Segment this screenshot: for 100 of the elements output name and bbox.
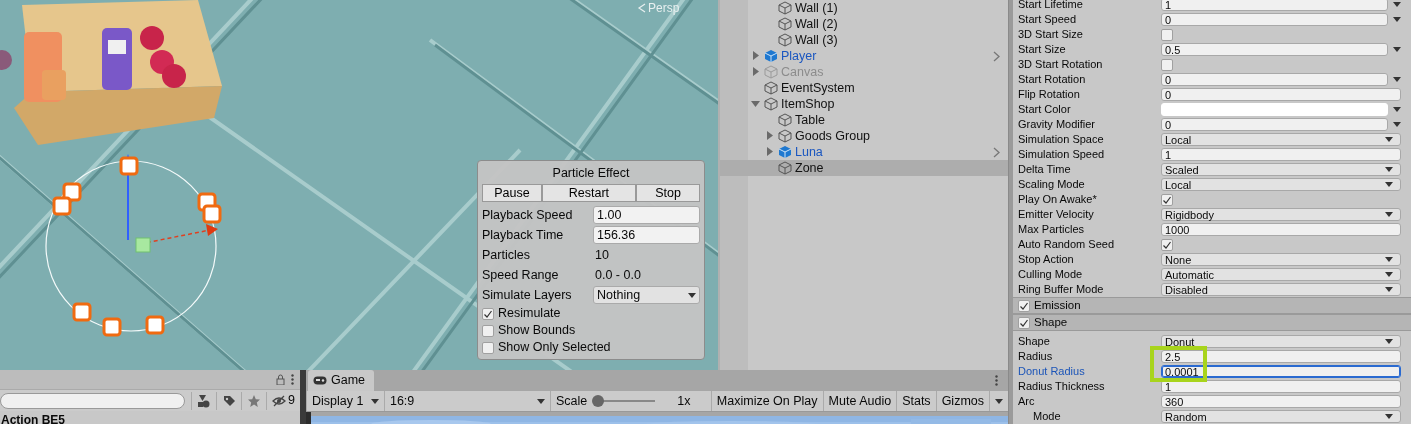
value-field[interactable]: 0.5 — [1161, 43, 1388, 56]
dropdown-arrow-icon[interactable] — [1393, 77, 1401, 82]
section-header[interactable]: Emission — [1013, 297, 1411, 314]
kebab-menu-icon[interactable] — [995, 375, 998, 386]
scale-label: Scale — [555, 392, 588, 410]
field-label: Start Lifetime — [1017, 0, 1084, 13]
field-label: Donut Radius — [1017, 364, 1086, 380]
value-text: 0.0 - 0.0 — [594, 266, 641, 284]
field-label: Flip Rotation — [1017, 87, 1081, 103]
collapsed-arrow-icon[interactable] — [751, 67, 760, 76]
value-field[interactable]: 0 — [1161, 118, 1388, 131]
field-label: Playback Time — [482, 226, 565, 244]
playback-button[interactable]: Stop — [636, 184, 700, 202]
item-name: Table — [795, 112, 825, 128]
dropdown-field[interactable]: None — [1161, 253, 1401, 266]
dropdown-arrow-icon[interactable] — [1393, 122, 1401, 127]
dropdown-field[interactable]: Scaled — [1161, 163, 1401, 176]
eye-slash-icon — [272, 394, 287, 407]
field-label: Scaling Mode — [1017, 177, 1086, 193]
value-field[interactable]: 0 — [1161, 13, 1388, 26]
dropdown-arrow-icon[interactable] — [1393, 107, 1401, 112]
collapsed-arrow-icon[interactable] — [765, 147, 774, 156]
hierarchy-item[interactable]: Wall (1) — [720, 0, 1008, 16]
panel-title: Particle Effect — [551, 165, 631, 182]
cube-icon — [778, 161, 792, 175]
dropdown-field[interactable]: Rigidbody — [1161, 208, 1401, 221]
dropdown-field[interactable]: Automatic — [1161, 268, 1401, 281]
value-field[interactable]: 2.5 — [1161, 350, 1401, 363]
hierarchy-item[interactable]: Luna — [720, 144, 1008, 160]
collapsed-arrow-icon[interactable] — [751, 51, 760, 60]
checkbox[interactable] — [482, 307, 494, 320]
field-label: Ring Buffer Mode — [1017, 282, 1105, 298]
filter-by-type-icon[interactable] — [197, 393, 212, 408]
dropdown-arrow-icon[interactable] — [1393, 17, 1401, 22]
checkbox[interactable] — [482, 341, 494, 354]
hierarchy-item[interactable]: Wall (3) — [720, 32, 1008, 48]
hierarchy-item[interactable]: Table — [720, 112, 1008, 128]
section-checkbox[interactable] — [1018, 299, 1030, 312]
checkbox[interactable] — [1161, 193, 1173, 206]
item-name: Wall (3) — [795, 32, 838, 48]
section-checkbox[interactable] — [1018, 316, 1030, 329]
game-tab[interactable]: Game — [308, 370, 374, 391]
field-label: Stop Action — [1017, 252, 1075, 268]
value-field[interactable]: 0.0001 — [1161, 365, 1401, 378]
value-field[interactable]: 156.36 — [593, 226, 700, 244]
field-label: Gravity Modifier — [1017, 117, 1097, 133]
hierarchy-item[interactable]: Zone — [720, 160, 1008, 176]
checkbox[interactable] — [482, 324, 494, 337]
dropdown-field[interactable]: Local — [1161, 178, 1401, 191]
star-icon[interactable] — [247, 393, 262, 408]
checkbox[interactable] — [1161, 58, 1173, 71]
value-field[interactable]: 1 — [1161, 380, 1401, 393]
collapsed-arrow-icon[interactable] — [765, 131, 774, 140]
playback-button[interactable]: Restart — [541, 184, 636, 202]
value-field[interactable]: 0 — [1161, 73, 1388, 86]
item-name: Player — [781, 48, 817, 64]
lock-icon[interactable] — [276, 374, 285, 385]
slider-thumb[interactable] — [592, 395, 605, 407]
value-field[interactable]: 1000 — [1161, 223, 1401, 236]
layers-dropdown[interactable]: Nothing — [593, 286, 700, 304]
dropdown-arrow-icon[interactable] — [1393, 2, 1401, 7]
dropdown-field[interactable]: Donut — [1161, 335, 1401, 348]
section-header[interactable]: Shape — [1013, 314, 1411, 331]
chevron-right-icon[interactable] — [993, 147, 1000, 158]
field-label: Simulation Space — [1017, 132, 1105, 148]
field-label: Start Color — [1017, 102, 1072, 118]
chevron-right-icon[interactable] — [993, 51, 1000, 62]
field-label: Start Size — [1017, 42, 1067, 58]
playback-button[interactable]: Pause — [482, 184, 542, 202]
cube-icon — [764, 65, 778, 79]
checkbox-label: Show Only Selected — [498, 339, 611, 357]
value-field[interactable]: 0 — [1161, 88, 1401, 101]
dropdown-arrow-icon[interactable] — [1393, 47, 1401, 52]
expanded-arrow-icon[interactable] — [751, 99, 760, 108]
checkbox[interactable] — [1161, 28, 1173, 41]
hierarchy-item[interactable]: Goods Group — [720, 128, 1008, 144]
checkbox[interactable] — [1161, 238, 1173, 251]
color-field[interactable] — [1161, 103, 1388, 116]
field-label: Start Rotation — [1017, 72, 1087, 88]
value-field[interactable]: 360 — [1161, 395, 1401, 408]
item-name: EventSystem — [781, 80, 855, 96]
value-text: 10 — [594, 246, 609, 264]
gamepad-icon — [313, 376, 327, 385]
hierarchy-item[interactable]: ItemShop — [720, 96, 1008, 112]
shape-gizmo-drawing[interactable] — [45, 154, 222, 337]
dropdown-field[interactable]: Local — [1161, 133, 1401, 146]
hierarchy-item[interactable]: Player — [720, 48, 1008, 64]
hierarchy-item[interactable]: EventSystem — [720, 80, 1008, 96]
cube-icon — [778, 129, 792, 143]
value-field[interactable]: 1 — [1161, 148, 1401, 161]
kebab-menu-icon[interactable] — [291, 374, 294, 385]
hierarchy-item[interactable]: Wall (2) — [720, 16, 1008, 32]
value-field[interactable]: 1 — [1161, 0, 1388, 11]
asset-name[interactable]: Action BE5 — [0, 414, 300, 424]
dropdown-field[interactable]: Disabled — [1161, 283, 1401, 296]
tag-icon[interactable] — [222, 393, 237, 408]
search-field[interactable] — [0, 392, 186, 409]
value-field[interactable]: 1.00 — [593, 206, 700, 224]
field-label: Auto Random Seed — [1017, 237, 1115, 253]
dropdown-field[interactable]: Random — [1161, 410, 1401, 423]
